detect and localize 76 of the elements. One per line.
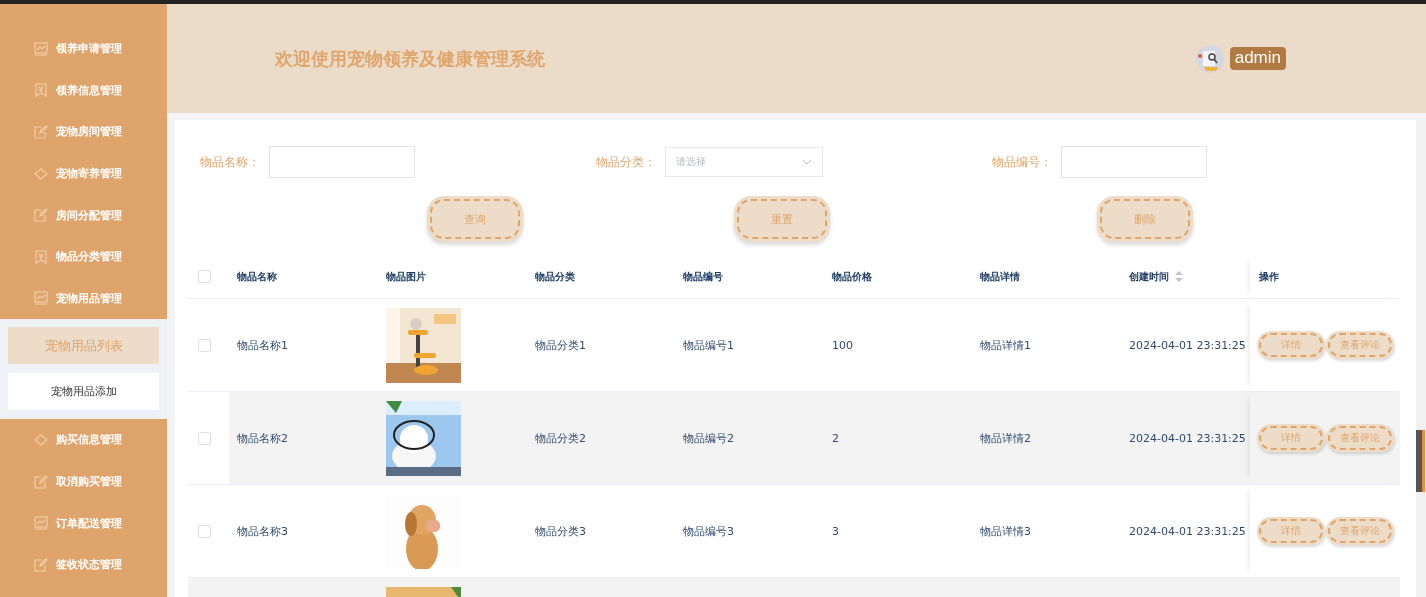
field-label: 物品分类： bbox=[596, 153, 657, 171]
field-label: 物品名称： bbox=[200, 153, 261, 171]
table-cell: 物品分类2 bbox=[535, 430, 586, 446]
avatar-icon[interactable] bbox=[1195, 44, 1224, 73]
action-button[interactable]: 重置 bbox=[737, 199, 827, 239]
row-action-button[interactable]: 查看评论 bbox=[1328, 519, 1392, 543]
input-field[interactable] bbox=[1061, 146, 1207, 178]
column-header: 物品编号 bbox=[683, 269, 723, 284]
action-button[interactable]: 查询 bbox=[430, 199, 520, 239]
row-action-button[interactable]: 查看评论 bbox=[1328, 333, 1392, 357]
chevron-down-icon bbox=[802, 159, 812, 165]
select-field[interactable]: 请选择 bbox=[665, 147, 823, 177]
column-header: 物品详情 bbox=[980, 269, 1020, 284]
column-header: 操作 bbox=[1259, 269, 1279, 284]
sidebar-item[interactable]: 物品分类管理 bbox=[0, 235, 167, 278]
table-cell: 物品编号1 bbox=[683, 337, 734, 353]
column-header: 物品图片 bbox=[386, 269, 426, 284]
input-field[interactable] bbox=[269, 146, 415, 178]
submenu-item[interactable]: 宠物用品列表 bbox=[8, 327, 159, 365]
column-header: 物品名称 bbox=[237, 269, 277, 284]
checkbox[interactable] bbox=[198, 270, 211, 283]
row-action-button[interactable]: 详情 bbox=[1259, 519, 1323, 543]
table-cell: 物品分类3 bbox=[535, 523, 586, 539]
checkbox[interactable] bbox=[198, 524, 211, 538]
table-cell: 物品分类1 bbox=[535, 337, 586, 353]
table-cell: 物品编号2 bbox=[683, 430, 734, 446]
diamond-icon bbox=[34, 166, 48, 181]
user-name[interactable]: admin bbox=[1229, 47, 1286, 70]
page-title: 欢迎使用宠物领养及健康管理系统 bbox=[275, 46, 545, 71]
checkbox[interactable] bbox=[198, 431, 211, 445]
sidebar-item[interactable]: 宠物寄养管理 bbox=[0, 152, 167, 195]
chart-icon bbox=[34, 291, 48, 306]
table-cell: 物品详情1 bbox=[980, 337, 1031, 353]
table-cell: 物品名称3 bbox=[237, 523, 288, 539]
edit-icon bbox=[34, 557, 48, 572]
scrollbar[interactable] bbox=[1416, 120, 1426, 597]
row-action-button[interactable]: 详情 bbox=[1259, 333, 1323, 357]
table-cell: 物品详情2 bbox=[980, 430, 1031, 446]
edit-icon bbox=[34, 208, 48, 223]
table-cell: 100 bbox=[832, 338, 853, 352]
sidebar-item[interactable]: 订单配送管理 bbox=[0, 502, 167, 544]
sidebar-item[interactable]: 宠物用品管理 bbox=[0, 277, 167, 320]
sidebar-item[interactable]: 领养信息管理 bbox=[0, 69, 167, 112]
row-action-button[interactable]: 查看评论 bbox=[1328, 426, 1392, 450]
chart-icon bbox=[34, 516, 48, 531]
sidebar-item[interactable]: 宠物房间管理 bbox=[0, 111, 167, 153]
scrollbar-thumb[interactable] bbox=[1416, 430, 1425, 492]
edit-icon bbox=[34, 125, 48, 139]
table-cell: 物品详情3 bbox=[980, 523, 1031, 539]
column-header: 物品价格 bbox=[832, 269, 872, 284]
chart-icon bbox=[34, 41, 48, 56]
table-cell: 物品名称1 bbox=[237, 337, 288, 353]
submenu-item[interactable]: 宠物用品添加 bbox=[8, 373, 159, 411]
sort-icon[interactable] bbox=[1175, 271, 1183, 282]
bookmark-icon bbox=[34, 249, 48, 264]
column-header: 创建时间 bbox=[1129, 269, 1169, 284]
sidebar-item[interactable]: 房间分配管理 bbox=[0, 194, 167, 236]
diamond-icon bbox=[34, 432, 48, 447]
checkbox[interactable] bbox=[198, 338, 211, 352]
table-cell: 3 bbox=[832, 524, 839, 538]
edit-icon bbox=[34, 474, 48, 489]
sidebar-item[interactable]: 签收状态管理 bbox=[0, 543, 167, 586]
table-cell: 物品编号3 bbox=[683, 523, 734, 539]
table-cell: 物品名称2 bbox=[237, 430, 288, 446]
table-cell: 2024-04-01 23:31:25 bbox=[1129, 524, 1246, 538]
action-button[interactable]: 删除 bbox=[1100, 199, 1190, 239]
sidebar-item[interactable]: 取消购买管理 bbox=[0, 460, 167, 503]
table-cell: 2 bbox=[832, 431, 839, 445]
sidebar-item[interactable]: 购买信息管理 bbox=[0, 419, 167, 461]
sidebar-item[interactable]: 领养申请管理 bbox=[0, 28, 167, 70]
field-label: 物品编号： bbox=[992, 153, 1053, 171]
column-header: 物品分类 bbox=[535, 269, 575, 284]
row-action-button[interactable]: 详情 bbox=[1259, 426, 1323, 450]
table-cell: 2024-04-01 23:31:25 bbox=[1129, 431, 1246, 445]
bookmark-icon bbox=[34, 83, 48, 98]
table-cell: 2024-04-01 23:31:25 bbox=[1129, 338, 1246, 352]
